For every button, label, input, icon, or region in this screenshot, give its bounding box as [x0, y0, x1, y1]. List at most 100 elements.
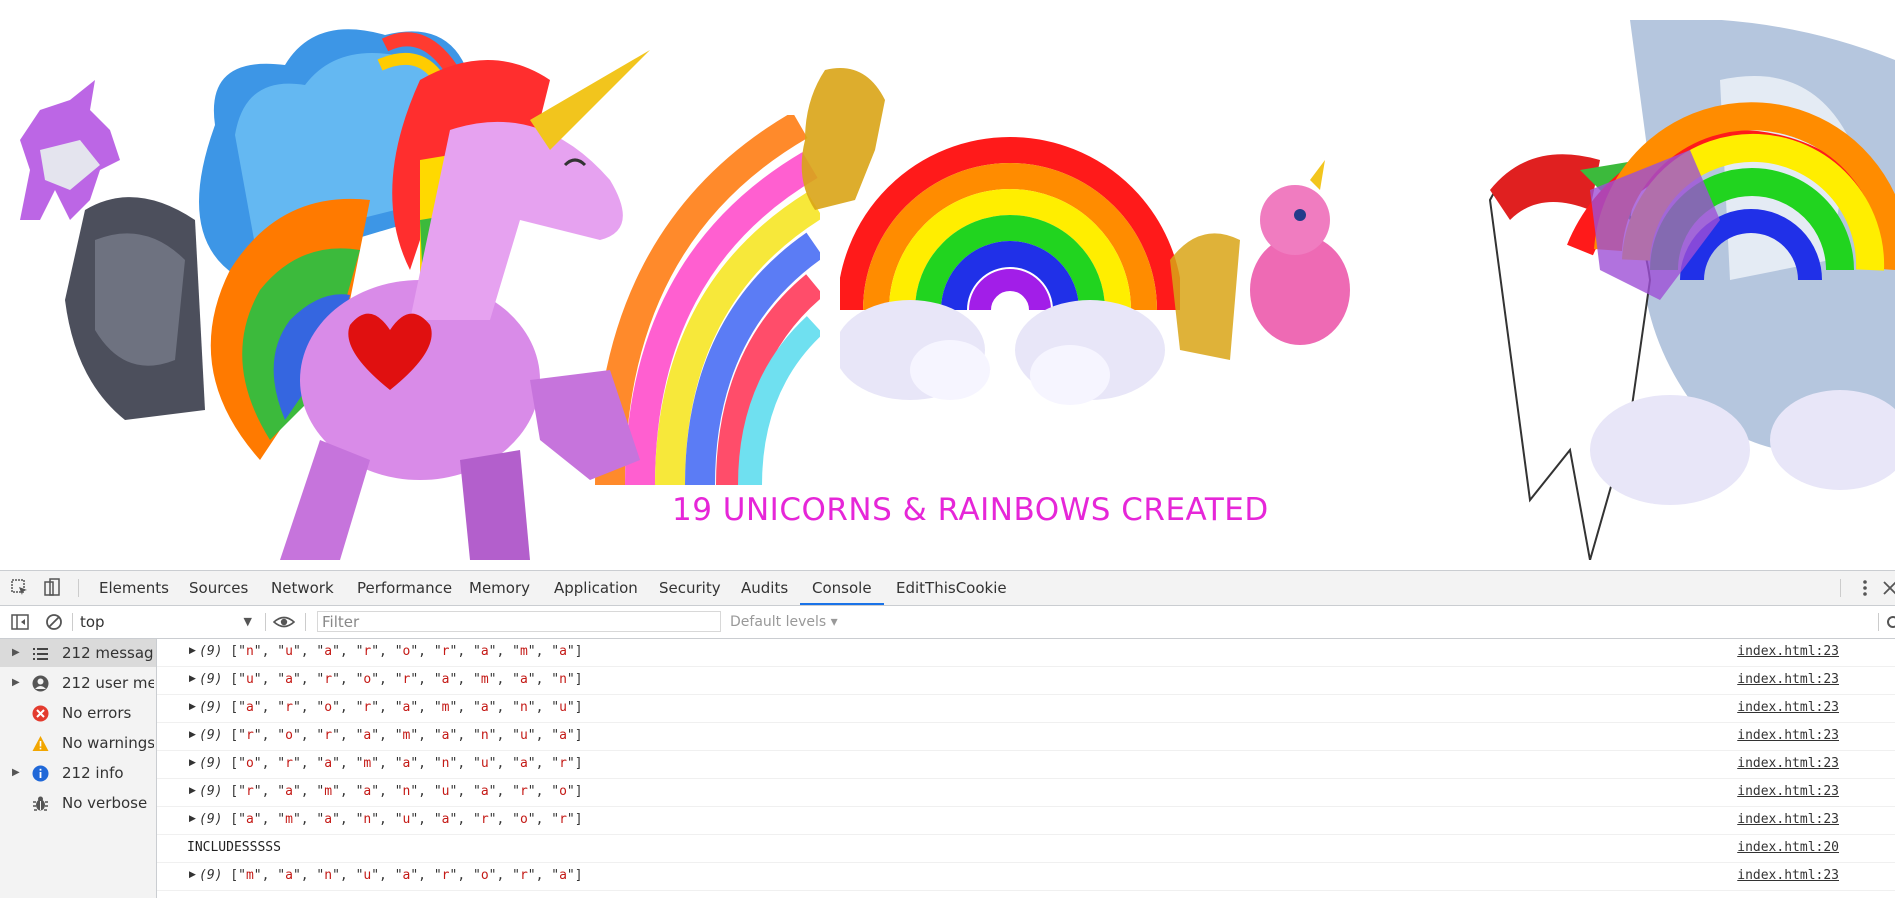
array-item: a	[519, 756, 528, 771]
array-preview[interactable]: (9) ["r", "o", "r", "a", "m", "a", "n", …	[199, 728, 583, 743]
array-item: u	[245, 672, 254, 687]
sidebar-item-info[interactable]: ▶ 212 info	[0, 759, 156, 787]
expand-arrow-icon[interactable]: ▶	[189, 786, 196, 796]
console-message-row[interactable]: INCLUDESSSSS index.html:20	[157, 835, 1895, 863]
array-preview[interactable]: (9) ["n", "u", "a", "r", "o", "r", "a", …	[199, 644, 583, 659]
array-preview[interactable]: (9) ["u", "a", "r", "o", "r", "a", "m", …	[199, 672, 583, 687]
console-message-row[interactable]: ▶ (9) ["m", "a", "n", "u", "a", "r", "o",…	[157, 863, 1895, 891]
sidebar-item-label: No warnings	[62, 734, 154, 752]
console-message-row[interactable]: ▶ (9) ["o", "r", "a", "m", "a", "n", "u",…	[157, 751, 1895, 779]
page-viewport: 19 UNICORNS & RAINBOWS CREATED	[0, 0, 1895, 570]
array-preview[interactable]: (9) ["o", "r", "a", "m", "a", "n", "u", …	[199, 756, 583, 771]
array-item: m	[363, 756, 372, 771]
console-message-row[interactable]: ▶ (9) ["a", "m", "a", "n", "u", "a", "r",…	[157, 807, 1895, 835]
sidebar-item-user-messages[interactable]: ▶ 212 user me...	[0, 669, 156, 697]
source-link[interactable]: index.html:23	[1737, 672, 1839, 687]
log-levels-dropdown[interactable]: Default levels ▾	[730, 612, 838, 632]
source-link[interactable]: index.html:23	[1737, 868, 1839, 883]
array-item: u	[519, 728, 528, 743]
devtools-panel: Elements Sources Network Performance Mem…	[0, 570, 1895, 898]
console-message-row[interactable]: ▶ (9) ["r", "o", "r", "a", "m", "a", "n",…	[157, 723, 1895, 751]
expand-arrow-icon[interactable]: ▶	[189, 870, 196, 880]
close-icon[interactable]	[1880, 578, 1895, 598]
console-message-row[interactable]: ▶ (9) ["r", "a", "m", "a", "n", "u", "a",…	[157, 779, 1895, 807]
array-item: r	[519, 868, 528, 883]
source-link[interactable]: index.html:23	[1737, 700, 1839, 715]
tab-sources[interactable]: Sources	[189, 571, 248, 605]
array-item: a	[480, 784, 489, 799]
array-item: o	[519, 812, 528, 827]
array-item: a	[519, 672, 528, 687]
console-sidebar: ▶ 212 messag... ▶ 212 user me... No erro…	[0, 639, 157, 898]
tab-security[interactable]: Security	[659, 571, 721, 605]
array-preview[interactable]: (9) ["m", "a", "n", "u", "a", "r", "o", …	[199, 868, 583, 883]
source-link[interactable]: index.html:23	[1737, 728, 1839, 743]
array-item: r	[285, 756, 293, 771]
array-preview[interactable]: (9) ["a", "r", "o", "r", "a", "m", "a", …	[199, 700, 583, 715]
source-link[interactable]: index.html:23	[1737, 644, 1839, 659]
sidebar-item-errors[interactable]: No errors	[0, 699, 156, 727]
tab-memory[interactable]: Memory	[469, 571, 530, 605]
expand-arrow-icon[interactable]: ▶	[189, 814, 196, 824]
array-length: (9)	[199, 756, 223, 771]
sidebar-item-warnings[interactable]: No warnings	[0, 729, 156, 757]
eye-icon[interactable]	[273, 612, 295, 632]
context-select-value: top	[80, 613, 105, 631]
expand-arrow-icon[interactable]: ▶	[189, 702, 196, 712]
tab-network[interactable]: Network	[271, 571, 334, 605]
source-link[interactable]: index.html:23	[1737, 784, 1839, 799]
array-item: a	[559, 728, 567, 743]
tab-editthiscookie[interactable]: EditThisCookie	[896, 571, 1007, 605]
expand-arrow-icon[interactable]: ▶	[12, 639, 20, 667]
array-item: o	[324, 700, 333, 715]
unicorn-count-banner: 19 UNICORNS & RAINBOWS CREATED	[672, 492, 1269, 528]
array-item: u	[480, 756, 489, 771]
array-preview[interactable]: (9) ["r", "a", "m", "a", "n", "u", "a", …	[199, 784, 583, 799]
inspect-element-icon[interactable]	[10, 578, 30, 598]
white-unicorns-rainbow-image	[1488, 20, 1895, 560]
device-toolbar-icon[interactable]	[42, 578, 62, 598]
tab-console[interactable]: Console	[800, 571, 884, 605]
array-item: a	[480, 700, 489, 715]
array-item: r	[324, 728, 333, 743]
array-item: a	[480, 644, 489, 659]
array-item: m	[402, 728, 411, 743]
array-item: r	[245, 784, 254, 799]
array-length: (9)	[199, 728, 223, 743]
settings-gear-icon[interactable]	[1885, 612, 1895, 632]
expand-arrow-icon[interactable]: ▶	[12, 759, 20, 787]
array-preview[interactable]: (9) ["a", "m", "a", "n", "u", "a", "r", …	[199, 812, 583, 827]
expand-arrow-icon[interactable]: ▶	[189, 646, 196, 656]
tab-performance[interactable]: Performance	[357, 571, 452, 605]
expand-arrow-icon[interactable]: ▶	[12, 669, 20, 697]
more-options-icon[interactable]	[1855, 578, 1875, 598]
array-item: r	[402, 672, 411, 687]
array-item: a	[324, 812, 333, 827]
source-link[interactable]: index.html:23	[1737, 756, 1839, 771]
clear-console-icon[interactable]	[44, 612, 64, 632]
expand-arrow-icon[interactable]: ▶	[189, 758, 196, 768]
array-item: a	[285, 784, 293, 799]
source-link[interactable]: index.html:20	[1737, 840, 1839, 855]
array-item: m	[519, 644, 528, 659]
array-item: o	[559, 784, 567, 799]
tab-elements[interactable]: Elements	[99, 571, 169, 605]
context-select[interactable]: top ▼	[80, 612, 252, 632]
array-item: r	[559, 756, 567, 771]
console-toolbar: top ▼ Default levels ▾	[0, 606, 1895, 639]
console-message-row[interactable]: ▶ (9) ["u", "a", "r", "o", "r", "a", "m",…	[157, 667, 1895, 695]
tab-audits[interactable]: Audits	[741, 571, 788, 605]
sidebar-item-verbose[interactable]: No verbose	[0, 789, 156, 817]
sidebar-item-messages[interactable]: ▶ 212 messag...	[0, 639, 156, 667]
expand-arrow-icon[interactable]: ▶	[189, 674, 196, 684]
sidebar-toggle-icon[interactable]	[10, 612, 30, 632]
console-message-row[interactable]: ▶ (9) ["n", "u", "a", "r", "o", "r", "a",…	[157, 639, 1895, 667]
console-message-row[interactable]: ▶ (9) ["a", "r", "o", "r", "a", "m", "a",…	[157, 695, 1895, 723]
filter-input[interactable]	[317, 611, 721, 632]
array-item: a	[324, 644, 333, 659]
array-item: u	[285, 644, 293, 659]
source-link[interactable]: index.html:23	[1737, 812, 1839, 827]
expand-arrow-icon[interactable]: ▶	[189, 730, 196, 740]
list-icon	[33, 648, 48, 660]
tab-application[interactable]: Application	[554, 571, 638, 605]
